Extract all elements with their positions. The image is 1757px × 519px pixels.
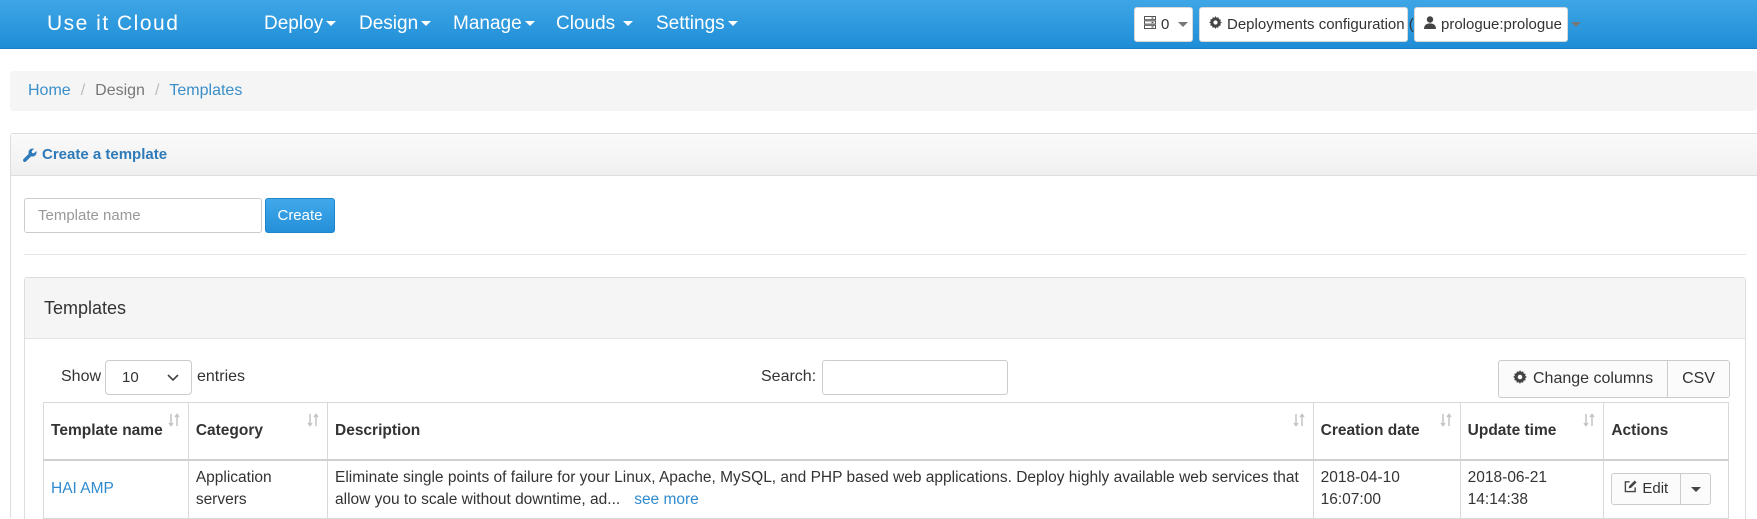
column-header-creation-date[interactable]: Creation date (1312, 402, 1461, 461)
nav-menu-deploy-label: Deploy (264, 13, 324, 34)
breadcrumb-home[interactable]: Home (28, 82, 71, 100)
cell-template-name: HAI AMP (43, 459, 189, 519)
entries-per-page-select[interactable]: 10 (105, 360, 192, 395)
templates-panel: Templates Show 10 entries Search: Change… (24, 277, 1746, 519)
edit-button[interactable]: Edit (1612, 474, 1680, 504)
csv-export-button[interactable]: CSV (1667, 361, 1729, 397)
column-header-description[interactable]: Description (327, 402, 1314, 461)
wrench-icon (23, 147, 37, 162)
cell-category: Application servers (187, 459, 329, 519)
nav-menu-manage-label: Manage (453, 13, 522, 34)
sort-icon (1293, 413, 1305, 427)
create-button[interactable]: Create (265, 198, 335, 233)
sort-icon (307, 413, 319, 427)
nav-menu-deploy[interactable]: Deploy (264, 13, 337, 35)
caret-down-icon (623, 21, 634, 27)
breadcrumb-separator: / (80, 82, 86, 99)
tasks-dropdown-button[interactable]: 0 (1134, 7, 1193, 42)
actions-dropdown-toggle[interactable] (1680, 474, 1710, 505)
column-header-actions: Actions (1603, 402, 1729, 461)
deployments-configuration-label: Deployments configuration (3) (1227, 16, 1428, 33)
nav-menu-clouds[interactable]: Clouds (556, 13, 634, 35)
cell-creation-date: 2018-04-10 16:07:00 (1312, 459, 1461, 519)
template-name-link[interactable]: HAI AMP (51, 480, 114, 497)
column-header-label: Creation date (1320, 422, 1420, 440)
chevron-down-icon (167, 361, 179, 406)
see-more-link[interactable]: see more (634, 491, 699, 508)
sort-icon (168, 413, 180, 427)
table-tools-group: Change columns CSV (1498, 360, 1730, 398)
nav-menu-clouds-label: Clouds (556, 13, 616, 34)
top-navbar: Use it Cloud Deploy Design Manage Clouds… (0, 0, 1757, 49)
table-row: HAI AMP Application servers Eliminate si… (43, 459, 1729, 519)
nav-menu-manage[interactable]: Manage (453, 13, 535, 35)
user-name: prologue:prologue (1441, 16, 1562, 33)
entries-select-value: 10 (122, 369, 139, 386)
caret-down-icon (421, 21, 432, 27)
cell-update-time: 2018-06-21 14:14:38 (1459, 459, 1605, 519)
breadcrumb-templates[interactable]: Templates (169, 82, 242, 100)
nav-menu-design[interactable]: Design (359, 13, 432, 35)
server-stack-icon (1144, 16, 1156, 33)
divider (24, 254, 1746, 255)
sort-icon (1583, 413, 1595, 427)
row-actions-group: Edit (1611, 473, 1712, 506)
column-header-label: Template name (51, 422, 163, 440)
user-menu-button[interactable]: prologue:prologue (1414, 7, 1581, 42)
breadcrumb-separator: / (154, 82, 160, 99)
column-header-label: Description (335, 422, 421, 440)
entries-label: entries (197, 368, 246, 385)
show-label: Show (61, 368, 102, 385)
caret-down-icon (1570, 22, 1581, 27)
deployments-configuration-button[interactable]: Deployments configuration (3) (1199, 7, 1427, 42)
cell-actions: Edit (1603, 459, 1729, 519)
caret-down-icon (524, 21, 535, 27)
create-template-heading: Create a template (11, 134, 1757, 176)
cell-description: Eliminate single points of failure for y… (327, 459, 1314, 519)
column-header-category[interactable]: Category (187, 402, 329, 461)
change-columns-button[interactable]: Change columns (1499, 361, 1667, 397)
column-header-label: Category (195, 422, 263, 440)
caret-down-icon (1178, 22, 1189, 27)
breadcrumb: Home / Design / Templates (10, 71, 1757, 111)
create-template-title: Create a template (42, 146, 168, 163)
gear-icon (1513, 369, 1527, 389)
caret-down-icon (1690, 486, 1701, 492)
template-name-input[interactable] (24, 198, 262, 233)
caret-down-icon (727, 21, 738, 27)
templates-panel-title: Templates (25, 278, 1745, 339)
table-header-row: Template name Category Description Creat… (43, 402, 1729, 461)
templates-table: Template name Category Description Creat… (43, 402, 1729, 519)
nav-menu-design-label: Design (359, 13, 419, 34)
edit-icon (1624, 478, 1637, 500)
nav-menu-settings[interactable]: Settings (656, 13, 738, 35)
nav-menu-settings-label: Settings (656, 13, 725, 34)
caret-down-icon (326, 21, 337, 27)
column-header-template-name[interactable]: Template name (43, 402, 189, 461)
change-columns-label: Change columns (1533, 370, 1654, 387)
description-text: Eliminate single points of failure for y… (335, 469, 1299, 509)
column-header-label: Update time (1467, 422, 1557, 440)
sort-icon (1440, 413, 1452, 427)
edit-label: Edit (1642, 480, 1669, 498)
user-icon (1424, 16, 1436, 33)
create-template-panel: Create a template Create Templates Show … (10, 133, 1757, 519)
search-label: Search: (761, 368, 817, 385)
breadcrumb-design: Design (95, 82, 145, 99)
gear-icon (1209, 16, 1222, 33)
tasks-count: 0 (1161, 16, 1170, 33)
brand-logo[interactable]: Use it Cloud (47, 12, 179, 36)
search-input[interactable] (822, 360, 1008, 395)
column-header-update-time[interactable]: Update time (1459, 402, 1605, 461)
column-header-label: Actions (1611, 422, 1669, 440)
